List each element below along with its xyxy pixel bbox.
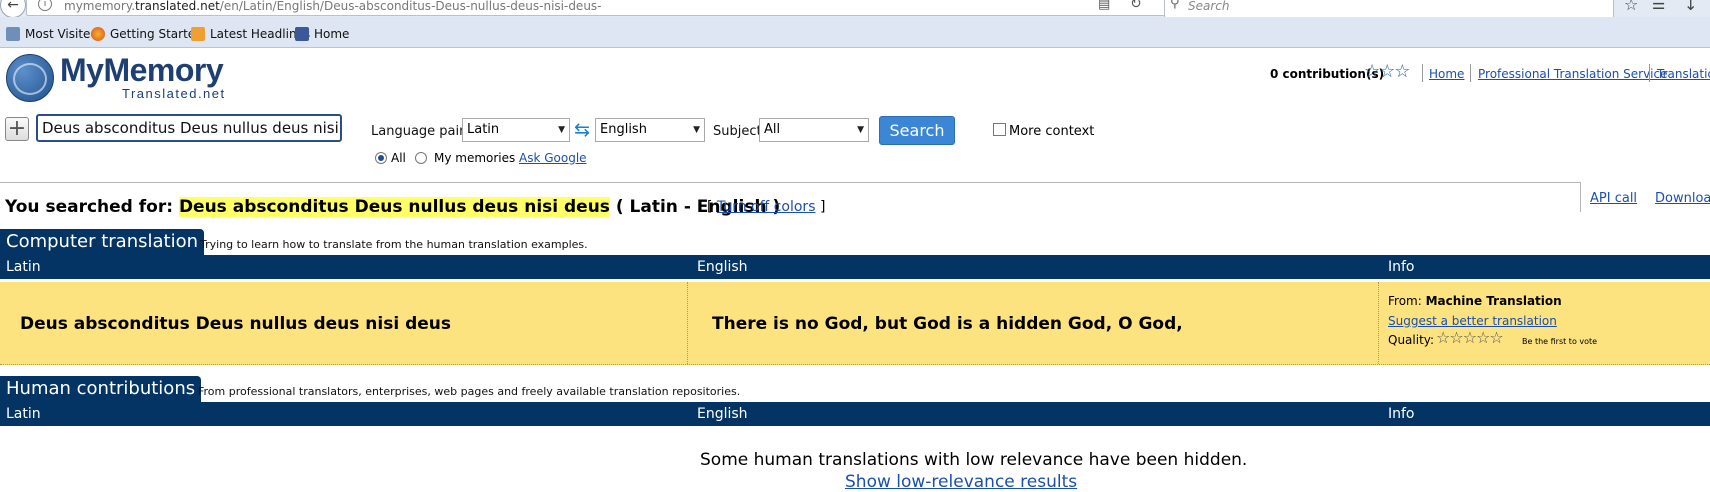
quality-stars-icon[interactable]: ☆☆☆☆☆ xyxy=(1436,328,1504,347)
add-plus-icon[interactable]: + xyxy=(5,117,29,141)
column-divider xyxy=(687,282,688,364)
subject-select[interactable]: All ▼ xyxy=(759,118,869,142)
bookmark-getting-started[interactable]: Getting Started xyxy=(91,27,203,41)
col-target-label: English xyxy=(697,406,748,422)
chevron-down-icon: ▼ xyxy=(857,125,864,135)
side-box-border xyxy=(1580,182,1581,212)
firefox-icon xyxy=(91,27,105,41)
computer-translation-desc: Trying to learn how to translate from th… xyxy=(200,238,588,251)
bookmark-home[interactable]: Home xyxy=(295,27,349,41)
radio-my-memories-label: My memories xyxy=(434,151,516,165)
bookmark-latest-headlines[interactable]: Latest Headlines xyxy=(191,27,310,41)
hidden-results-message: Some human translations with low relevan… xyxy=(700,450,1248,470)
swap-languages-icon[interactable]: ⇆ xyxy=(574,119,590,141)
browser-search-placeholder: Search xyxy=(1188,0,1230,13)
reload-icon[interactable]: ↻ xyxy=(1130,0,1142,12)
site-logo[interactable]: MyMemory xyxy=(60,52,224,89)
col-source-label: Latin xyxy=(6,406,41,422)
turn-off-colors-link[interactable]: Turn off colors xyxy=(717,199,816,215)
bookmark-star-icon[interactable]: ☆ xyxy=(1624,0,1638,14)
translation-link[interactable]: Translation xyxy=(1657,67,1710,81)
professional-translation-link[interactable]: Professional Translation Service xyxy=(1478,67,1667,81)
link-separator xyxy=(1422,64,1423,82)
mt-from: From: Machine Translation xyxy=(1388,294,1562,308)
mt-source-text: Deus absconditus Deus nullus deus nisi d… xyxy=(20,314,451,334)
api-call-link[interactable]: API call xyxy=(1590,191,1637,206)
rss-icon xyxy=(191,27,205,41)
more-context-label: More context xyxy=(1009,124,1095,139)
column-divider xyxy=(1378,282,1379,364)
target-language-select[interactable]: English ▼ xyxy=(595,118,705,142)
chevron-down-icon: ▼ xyxy=(558,125,565,135)
bookmark-most-visited[interactable]: Most Visited xyxy=(6,27,98,41)
facebook-icon xyxy=(295,27,309,41)
link-separator xyxy=(1470,64,1471,82)
most-visited-icon xyxy=(6,27,20,41)
download-arrow-icon[interactable]: ↓ xyxy=(1684,0,1697,14)
first-vote-text: Be the first to vote xyxy=(1522,337,1598,346)
human-header-row: Latin English Info xyxy=(0,402,1710,426)
searched-for-heading: You searched for: Deus absconditus Deus … xyxy=(5,197,781,217)
radio-all[interactable] xyxy=(375,152,387,164)
turn-off-colors: [ Turn off colors ] xyxy=(707,199,826,215)
header-divider xyxy=(0,182,1580,183)
download-link[interactable]: Download xyxy=(1655,191,1710,206)
radio-my-memories[interactable] xyxy=(415,152,427,164)
globe-logo-icon[interactable] xyxy=(6,54,54,102)
searched-query-highlight: Deus absconditus Deus nullus deus nisi d… xyxy=(178,197,610,217)
url-text[interactable]: mymemory.translated.net/en/Latin/English… xyxy=(64,0,602,13)
col-info-label: Info xyxy=(1388,406,1415,422)
home-link[interactable]: Home xyxy=(1429,67,1464,81)
search-button[interactable]: Search xyxy=(879,116,955,145)
chevron-down-icon: ▼ xyxy=(693,125,700,135)
col-source-label: Latin xyxy=(6,259,41,275)
bookmarks-toolbar: Most Visited Getting Started Latest Head… xyxy=(0,17,1710,48)
browser-search-field[interactable] xyxy=(1164,0,1614,18)
language-pair-label: Language pair: xyxy=(371,124,469,139)
source-language-select[interactable]: Latin ▼ xyxy=(462,118,570,142)
query-input[interactable]: Deus absconditus Deus nullus deus nisi d… xyxy=(36,114,342,142)
subject-label: Subject xyxy=(713,124,762,139)
contribution-stars-icon: ☆☆☆ xyxy=(1364,61,1410,82)
radio-all-label: All xyxy=(391,151,406,165)
link-separator xyxy=(1649,64,1650,82)
reading-list-icon[interactable]: ☰ xyxy=(1652,0,1665,13)
computer-header-row: Latin English Info xyxy=(0,255,1710,279)
suggest-better-translation-link[interactable]: Suggest a better translation xyxy=(1388,314,1557,328)
human-contributions-title: Human contributions xyxy=(0,376,202,402)
site-logo-subtitle: Translated.net xyxy=(122,86,226,101)
col-target-label: English xyxy=(697,259,748,275)
search-icon: ⚲ xyxy=(1170,0,1180,11)
reader-view-icon[interactable]: ▤ xyxy=(1098,0,1110,12)
computer-translation-title: Computer translation xyxy=(0,229,204,255)
human-contributions-desc: From professional translators, enterpris… xyxy=(198,385,741,398)
col-info-label: Info xyxy=(1388,259,1415,275)
ask-google-link[interactable]: Ask Google xyxy=(519,151,587,165)
show-low-relevance-link[interactable]: Show low-relevance results xyxy=(845,472,1077,492)
quality-label: Quality: xyxy=(1388,333,1435,347)
more-context-checkbox[interactable] xyxy=(993,123,1006,136)
mt-target-text: There is no God, but God is a hidden God… xyxy=(712,314,1183,334)
